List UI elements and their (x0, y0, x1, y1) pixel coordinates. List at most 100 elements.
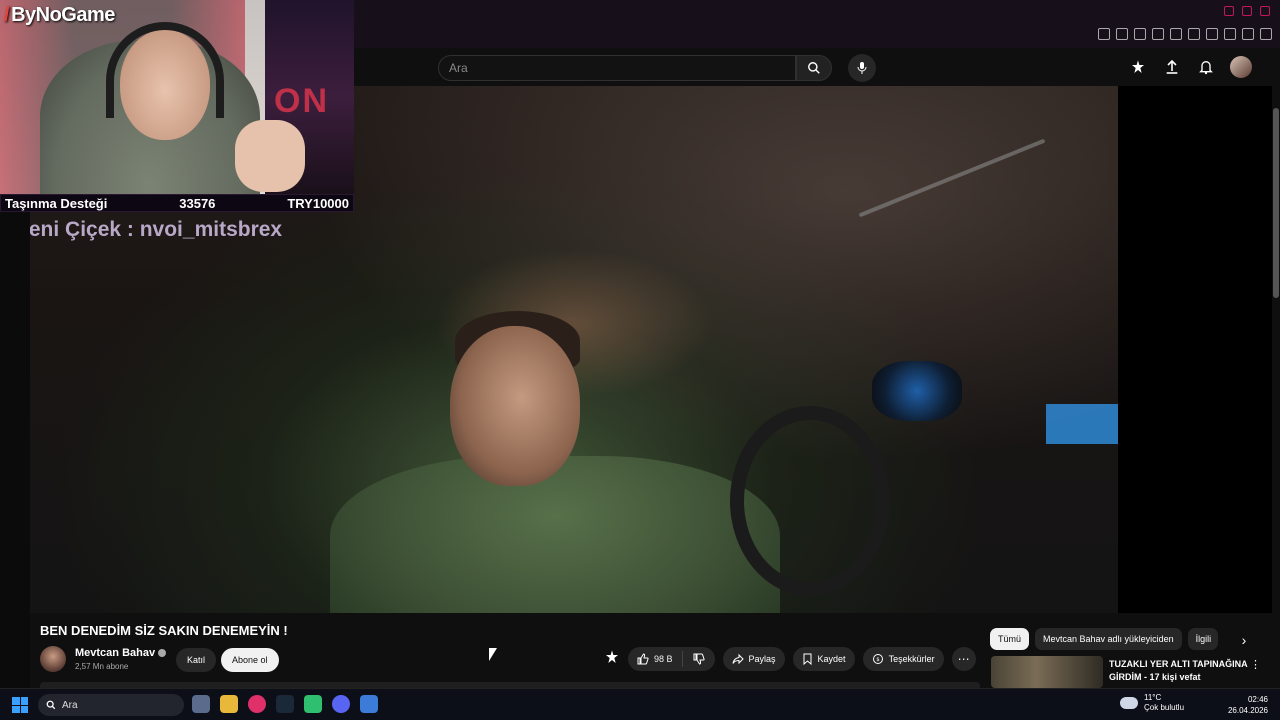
extension-icon[interactable] (1152, 28, 1164, 40)
like-count: 98 B (654, 654, 673, 664)
chip-from-uploader[interactable]: Mevtcan Bahav adlı yükleyiciden (1035, 628, 1182, 650)
donation-goal-label: Taşınma Desteği (5, 195, 108, 211)
heart-icon[interactable] (1170, 28, 1182, 40)
video-actions: 98 B Paylaş Kaydet $ Teşekkürler ⋯ (604, 647, 976, 671)
menu-icon[interactable] (1260, 28, 1272, 40)
bookmark-icon (803, 653, 812, 665)
minimize-button[interactable] (1224, 6, 1234, 16)
steam-icon[interactable] (276, 695, 294, 713)
follower-ticker: Yeni Çiçek : nvoi_mitsbrex (16, 218, 283, 241)
recommendation-thumbnail[interactable] (991, 656, 1103, 688)
app-icon[interactable] (360, 695, 378, 713)
notifications-icon (1199, 61, 1213, 75)
create-clip-button[interactable] (604, 649, 620, 670)
account-avatar[interactable] (1230, 56, 1252, 78)
search-icon (808, 62, 820, 74)
extension-icon[interactable] (1134, 28, 1146, 40)
extension-icon[interactable] (1098, 28, 1110, 40)
thanks-label: Teşekkürler (888, 654, 935, 664)
video-frame-detail (872, 361, 962, 421)
browser-chrome (354, 0, 1280, 48)
taskbar-search-label: Ara (62, 699, 78, 711)
create-button[interactable] (1128, 57, 1148, 77)
clock-date: 26.04.2026 (1227, 706, 1268, 715)
masthead-actions (1128, 56, 1252, 78)
cloud-icon (1120, 697, 1138, 709)
logo-text: ByNoGame (11, 4, 115, 26)
donation-current: 33576 (179, 195, 216, 211)
discord-icon[interactable] (332, 695, 350, 713)
donation-target: TRY10000 (287, 195, 349, 211)
close-button[interactable] (1260, 6, 1270, 16)
extension-icon[interactable] (1206, 28, 1218, 40)
maximize-button[interactable] (1242, 6, 1252, 16)
taskbar-apps (192, 695, 378, 713)
screen: Ara ON / ByNoGame Taşınma Desteği 33576 … (0, 0, 1280, 720)
thanks-icon: $ (872, 654, 883, 664)
profile-icon[interactable] (1224, 28, 1236, 40)
save-label: Kaydet (817, 654, 846, 664)
weather-condition: Çok bulutlu (1144, 703, 1185, 712)
stream-logo: / ByNoGame (4, 4, 115, 27)
chip-all[interactable]: Tümü (990, 628, 1030, 650)
page-scrollbar[interactable] (1272, 48, 1280, 688)
app-icon[interactable] (304, 695, 322, 713)
mouse-cursor (489, 648, 497, 661)
thanks-button[interactable]: $ Teşekkürler (862, 647, 944, 671)
taskbar-search[interactable]: Ara (38, 694, 184, 716)
taskbar: Ara 11°C Çok bulutlu 02:46 26.04.2026 (0, 688, 1280, 720)
verified-icon (158, 649, 167, 658)
clock-time: 02:46 (1247, 695, 1268, 704)
channel-avatar[interactable] (40, 646, 66, 672)
notifications-button[interactable] (1196, 57, 1216, 77)
thumbs-down-icon (693, 653, 705, 665)
task-view-icon[interactable] (192, 695, 210, 713)
video-title: BEN DENEDİM SİZ SAKIN DENEMEYİN ! (40, 623, 288, 638)
video-frame-detail (730, 406, 890, 596)
search-icon (46, 700, 56, 710)
streamer-hand (235, 120, 305, 192)
start-button[interactable] (12, 697, 28, 713)
left-strip (0, 212, 30, 688)
clock[interactable]: 02:46 26.04.2026 (1228, 694, 1268, 716)
create-icon (1132, 60, 1144, 73)
recommendation-title[interactable]: TUZAKLI YER ALTI TAPINAĞINA GİRDİM - 17 … (1109, 658, 1249, 684)
recommendation-menu-icon[interactable]: ⋮ (1250, 658, 1261, 671)
scroll-thumb[interactable] (1273, 108, 1279, 298)
weather-text: 11°C Çok bulutlu (1144, 693, 1184, 713)
file-explorer-icon[interactable] (220, 695, 238, 713)
save-button[interactable]: Kaydet (792, 647, 855, 671)
upload-button[interactable] (1162, 57, 1182, 77)
voice-search-button[interactable] (848, 54, 876, 82)
upload-icon (1166, 59, 1178, 74)
channel-name-text[interactable]: Mevtcan Bahav (75, 647, 155, 659)
video-info: BEN DENEDİM SİZ SAKIN DENEMEYİN ! Mevtca… (30, 613, 990, 688)
chevron-right-icon[interactable]: › (1236, 632, 1252, 648)
like-button[interactable]: 98 B (628, 651, 683, 667)
extension-icon[interactable] (1116, 28, 1128, 40)
webcam-overlay: ON A /ByNoGame Taşınma Desteği 33576 TRY… (0, 0, 354, 212)
more-actions-button[interactable]: ⋯ (951, 647, 976, 671)
donation-goal-bar: Taşınma Desteği 33576 TRY10000 (0, 194, 354, 212)
share-button[interactable]: Paylaş (722, 647, 785, 671)
svg-text:$: $ (876, 657, 880, 663)
subscribe-button[interactable]: Abone ol (221, 648, 279, 672)
download-icon[interactable] (1242, 28, 1254, 40)
opera-gx-icon[interactable] (248, 695, 266, 713)
more-icon: ⋯ (957, 652, 970, 666)
temperature: 11°C (1144, 693, 1162, 702)
chip-related[interactable]: İlgili (1187, 628, 1218, 650)
youtube-masthead: Ara (354, 48, 1272, 86)
join-button[interactable]: Katıl (176, 648, 217, 672)
mic-icon (857, 62, 867, 74)
video-frame-detail (450, 326, 580, 486)
search-button[interactable] (796, 55, 832, 81)
weather-widget[interactable]: 11°C Çok bulutlu (1120, 693, 1184, 713)
sparkle-icon (606, 649, 618, 663)
subscriber-count: 2,57 Mn abone (75, 662, 129, 671)
search-input[interactable]: Ara (438, 55, 796, 81)
logo-mark: / (4, 4, 10, 26)
extension-icon[interactable] (1188, 28, 1200, 40)
channel-name[interactable]: Mevtcan Bahav (75, 647, 167, 659)
dislike-button[interactable] (683, 653, 715, 665)
